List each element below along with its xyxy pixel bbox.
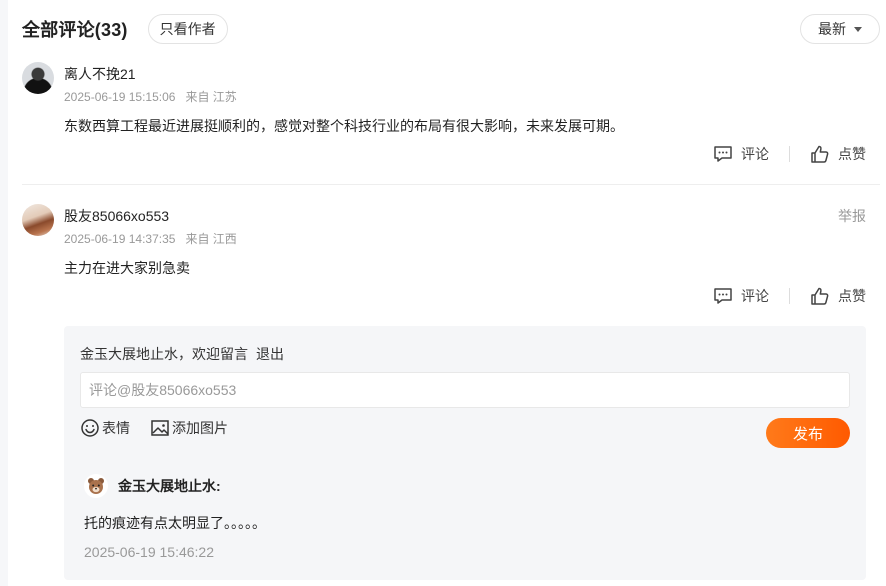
author-only-button[interactable]: 只看作者 (147, 14, 228, 44)
action-divider (789, 288, 790, 304)
bear-avatar-icon (88, 478, 104, 494)
welcome-text: 金玉大展地止水，欢迎留言 (80, 346, 248, 362)
comment-divider (22, 184, 880, 185)
reply-button[interactable]: 评论 (713, 144, 769, 164)
comment-actions: 评论 点赞 (713, 144, 866, 164)
sort-label: 最新 (818, 21, 846, 37)
comments-header: 全部评论(33) 只看作者 最新 (22, 14, 880, 44)
logout-link[interactable]: 退出 (256, 346, 284, 362)
comment-location: 来自 江苏 (185, 90, 237, 104)
comment-meta: 2025-06-19 15:15:06 来自 江苏 (64, 88, 247, 105)
thumbs-up-icon (811, 287, 829, 305)
avatar[interactable] (84, 474, 108, 498)
comment-meta: 2025-06-19 14:37:35 来自 江西 (64, 230, 247, 247)
comment-actions: 评论 点赞 (713, 286, 866, 306)
reply-button[interactable]: 评论 (713, 286, 769, 306)
sort-dropdown[interactable]: 最新 (800, 14, 880, 44)
my-reply-content: 托的痕迹有点太明显了。。。。。 (84, 515, 266, 531)
comments-page: 全部评论(33) 只看作者 最新 离人不挽21 2025-06-19 15:15… (0, 0, 886, 586)
login-line: 金玉大展地止水，欢迎留言 退出 (80, 344, 284, 364)
comment-time: 2025-06-19 15:15:06 (64, 90, 176, 104)
smiley-icon (81, 419, 99, 437)
avatar[interactable] (22, 62, 54, 94)
emoji-label: 表情 (102, 420, 130, 436)
like-button[interactable]: 点赞 (810, 286, 866, 306)
comment-icon (714, 146, 732, 162)
comment-item: 股友85066xo553 举报 2025-06-19 14:37:35 来自 江西… (22, 204, 880, 314)
comment-content: 东数西算工程最近进展挺顺利的，感觉对整个科技行业的布局有很大影响，未来发展可期。 (64, 118, 624, 134)
add-image-label: 添加图片 (172, 420, 228, 436)
left-edge (0, 0, 8, 586)
image-icon (151, 420, 169, 436)
reply-panel: 金玉大展地止水，欢迎留言退出 表情 添加图片 发布 金玉大展地止水: 托的痕迹有… (64, 326, 866, 580)
reply-label: 评论 (741, 288, 769, 304)
publish-button[interactable]: 发布 (766, 418, 850, 448)
comment-icon (714, 288, 732, 304)
comments-title: 全部评论(33) (22, 20, 128, 40)
like-label: 点赞 (838, 288, 866, 304)
my-reply-username[interactable]: 金玉大展地止水: (118, 476, 221, 496)
report-link[interactable]: 举报 (838, 206, 866, 226)
comment-username[interactable]: 离人不挽21 (64, 64, 136, 84)
thumbs-up-icon (811, 145, 829, 163)
comment-item: 离人不挽21 2025-06-19 15:15:06 来自 江苏 东数西算工程最近… (22, 62, 880, 172)
emoji-button[interactable]: 表情 (80, 418, 130, 438)
comment-location: 来自 江西 (185, 232, 237, 246)
reply-input[interactable] (80, 372, 850, 408)
like-label: 点赞 (838, 146, 866, 162)
like-button[interactable]: 点赞 (810, 144, 866, 164)
comment-time: 2025-06-19 14:37:35 (64, 232, 176, 246)
add-image-button[interactable]: 添加图片 (150, 418, 228, 438)
action-divider (789, 146, 790, 162)
my-reply-time: 2025-06-19 15:46:22 (84, 544, 214, 560)
avatar[interactable] (22, 204, 54, 236)
comment-username[interactable]: 股友85066xo553 (64, 206, 169, 226)
comment-content: 主力在进大家别急卖 (64, 260, 190, 276)
reply-label: 评论 (741, 146, 769, 162)
caret-down-icon (854, 26, 862, 32)
